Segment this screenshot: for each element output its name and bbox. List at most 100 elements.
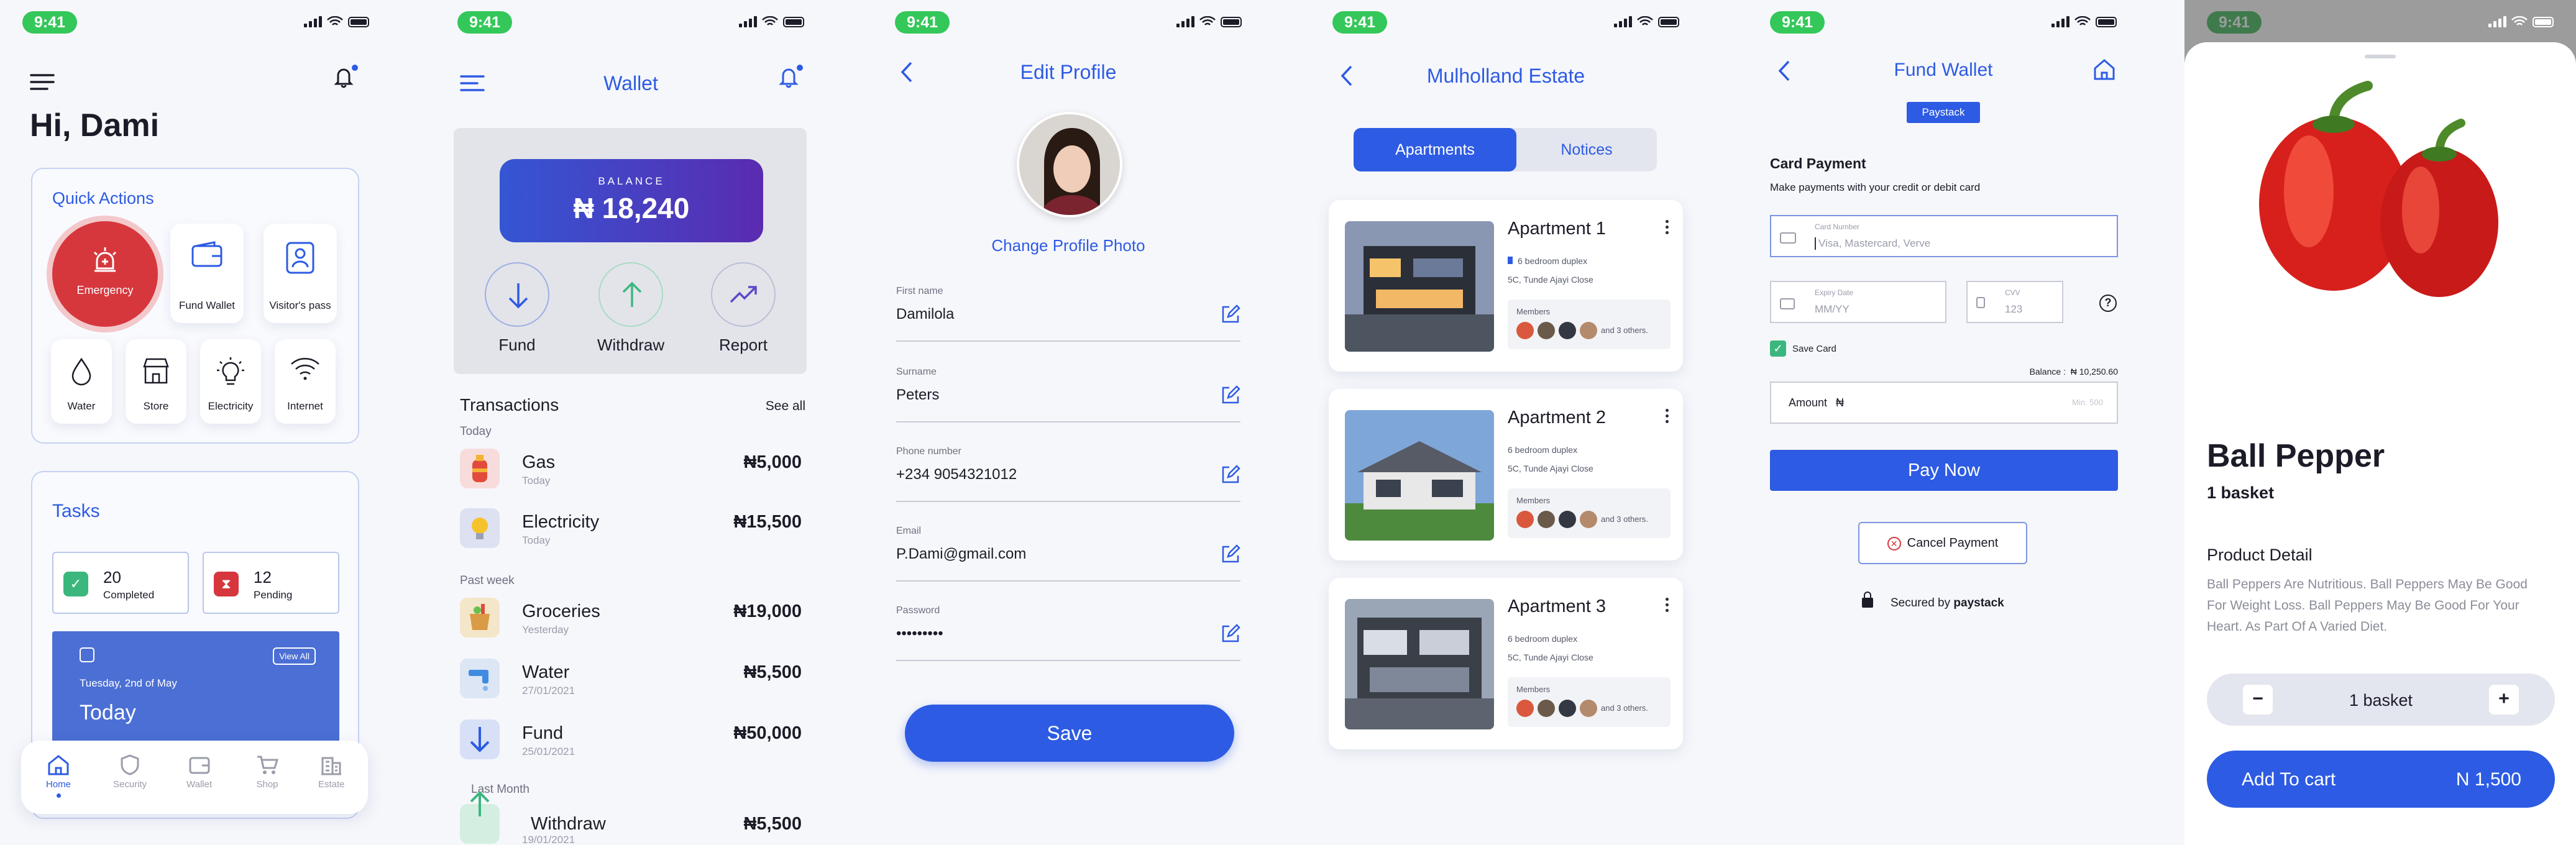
quantity-stepper[interactable]: − 1 basket + xyxy=(2207,674,2555,726)
fund-wallet-tile[interactable]: Fund Wallet xyxy=(170,224,244,323)
cvv-input[interactable]: CVV 123 xyxy=(1966,281,2063,323)
notification-button[interactable] xyxy=(333,65,358,92)
nav-estate[interactable]: Estate xyxy=(318,754,345,790)
today-task-card[interactable]: Tuesday, 2nd of May View All Today xyxy=(52,631,339,756)
pay-now-button[interactable]: Pay Now xyxy=(1770,450,2118,491)
product-unit: 1 basket xyxy=(2207,483,2275,502)
sheet-handle[interactable] xyxy=(2365,55,2396,58)
arrow-down-icon xyxy=(460,719,500,759)
card-number-input[interactable]: Card Number Visa, Mastercard, Verve xyxy=(1770,215,2118,257)
signal-icon xyxy=(1614,16,1632,27)
password-field[interactable]: Password ••••••••• xyxy=(896,605,1240,661)
fund-action[interactable]: Fund xyxy=(485,262,549,355)
edit-profile-screen: 9:41 Edit Profile Change Profile Photo F… xyxy=(873,0,1264,845)
menu-icon[interactable] xyxy=(30,73,55,91)
transaction-row[interactable]: Withdraw 19/01/2021 ₦5,500 xyxy=(460,791,802,845)
avatar xyxy=(1538,511,1555,528)
nav-shop[interactable]: Shop xyxy=(256,754,278,790)
today-label: Today xyxy=(80,701,136,724)
status-bar: 9:41 xyxy=(457,11,804,34)
first-name-field[interactable]: First name Damilola xyxy=(896,286,1240,342)
withdraw-action[interactable]: Withdraw xyxy=(590,262,671,355)
wifi-icon xyxy=(1637,16,1653,25)
transaction-row[interactable]: Water 27/01/2021 ₦5,500 xyxy=(460,654,802,703)
transaction-row[interactable]: Groceries Yesterday ₦19,000 xyxy=(460,593,802,642)
battery-icon xyxy=(1658,16,1679,27)
avatar xyxy=(1559,511,1576,528)
save-card-checkbox[interactable]: ✓ xyxy=(1770,340,1786,357)
tab-apartments[interactable]: Apartments xyxy=(1354,128,1516,171)
add-to-cart-button[interactable]: Add To cart N 1,500 xyxy=(2207,751,2555,808)
emergency-button[interactable]: Emergency xyxy=(52,221,158,327)
avatar xyxy=(1538,700,1555,717)
avatar xyxy=(1580,700,1597,717)
expiry-input[interactable]: Expiry Date MM/YY xyxy=(1770,281,1946,323)
signal-icon xyxy=(2051,16,2070,27)
product-detail-title: Product Detail xyxy=(2207,546,2312,564)
save-button[interactable]: Save xyxy=(905,705,1234,762)
status-bar: 9:41 xyxy=(22,11,369,34)
transaction-row[interactable]: Gas Today ₦5,000 xyxy=(460,444,802,493)
nav-wallet[interactable]: Wallet xyxy=(186,754,212,790)
store-tile[interactable]: Store xyxy=(126,339,186,424)
amount-input[interactable]: Amount ₦ Min. 500 xyxy=(1770,381,2118,424)
internet-tile[interactable]: Internet xyxy=(275,339,336,424)
more-options-icon[interactable] xyxy=(1666,409,1669,426)
visitors-pass-tile[interactable]: Visitor's pass xyxy=(264,224,337,323)
nav-security[interactable]: Security xyxy=(113,754,147,790)
status-bar: 9:41 xyxy=(895,11,1242,34)
help-icon[interactable]: ? xyxy=(2099,295,2117,312)
report-action[interactable]: Report xyxy=(711,262,776,355)
wifi-signal-icon xyxy=(291,358,319,380)
trend-icon xyxy=(730,286,757,303)
increase-button[interactable]: + xyxy=(2489,685,2519,715)
grocery-bag-icon xyxy=(460,598,500,637)
view-all-button[interactable]: View All xyxy=(273,647,316,665)
pending-box[interactable]: ⧗ 12 Pending xyxy=(203,552,339,614)
notification-button[interactable] xyxy=(778,65,803,92)
apartment-card[interactable]: Apartment 1 6 bedroom duplex 5C, Tunde A… xyxy=(1329,200,1683,372)
water-tile[interactable]: Water xyxy=(51,339,112,424)
status-bar: 9:41 xyxy=(1332,11,1679,34)
apartment-card[interactable]: Apartment 2 6 bedroom duplex 5C, Tunde A… xyxy=(1329,389,1683,560)
see-all-link[interactable]: See all xyxy=(766,399,805,414)
balance-card: BALANCE ₦ 18,240 xyxy=(500,159,763,242)
change-photo-link[interactable]: Change Profile Photo xyxy=(873,236,1264,255)
edit-icon[interactable] xyxy=(1221,385,1240,405)
tab-notices[interactable]: Notices xyxy=(1516,128,1657,171)
transactions-title: Transactions xyxy=(460,395,559,414)
greeting: Hi, Dami xyxy=(30,107,160,144)
edit-icon[interactable] xyxy=(1221,624,1240,644)
surname-field[interactable]: Surname Peters xyxy=(896,367,1240,422)
bell-icon xyxy=(334,68,354,88)
secured-text: Secured by paystack xyxy=(1891,596,2004,610)
more-options-icon[interactable] xyxy=(1666,220,1669,237)
edit-icon[interactable] xyxy=(1221,304,1240,324)
tasks-title: Tasks xyxy=(52,501,100,521)
apartment-photo xyxy=(1345,221,1494,352)
battery-icon xyxy=(1221,16,1242,27)
more-options-icon[interactable] xyxy=(1666,598,1669,614)
transaction-row[interactable]: Electricity Today ₦15,500 xyxy=(460,503,802,553)
avatar[interactable] xyxy=(1017,112,1122,217)
completed-box[interactable]: ✓ 20 Completed xyxy=(52,552,189,614)
apartment-card[interactable]: Apartment 3 6 bedroom duplex 5C, Tunde A… xyxy=(1329,578,1683,749)
wifi-icon xyxy=(762,16,778,25)
lock-icon xyxy=(1862,598,1873,608)
status-time: 9:41 xyxy=(895,11,950,34)
transaction-row[interactable]: Fund 25/01/2021 ₦50,000 xyxy=(460,715,802,764)
phone-field[interactable]: Phone number +234 9054321012 xyxy=(896,446,1240,502)
electricity-tile[interactable]: Electricity xyxy=(200,339,261,424)
edit-icon[interactable] xyxy=(1221,465,1240,485)
apartment-photo xyxy=(1345,410,1494,541)
cancel-payment-button[interactable]: ✕ Cancel Payment xyxy=(1858,522,2027,564)
edit-icon[interactable] xyxy=(1221,544,1240,564)
lock-shackle xyxy=(1864,592,1871,599)
nav-home[interactable]: Home xyxy=(46,754,71,798)
estate-screen: 9:41 Mulholland Estate Apartments Notice… xyxy=(1310,0,1702,845)
product-price: N 1,500 xyxy=(2455,769,2521,790)
home-icon[interactable] xyxy=(2093,58,2115,81)
signal-icon xyxy=(1176,16,1194,27)
calendar-icon xyxy=(80,647,94,662)
email-field[interactable]: Email P.Dami@gmail.com xyxy=(896,526,1240,582)
